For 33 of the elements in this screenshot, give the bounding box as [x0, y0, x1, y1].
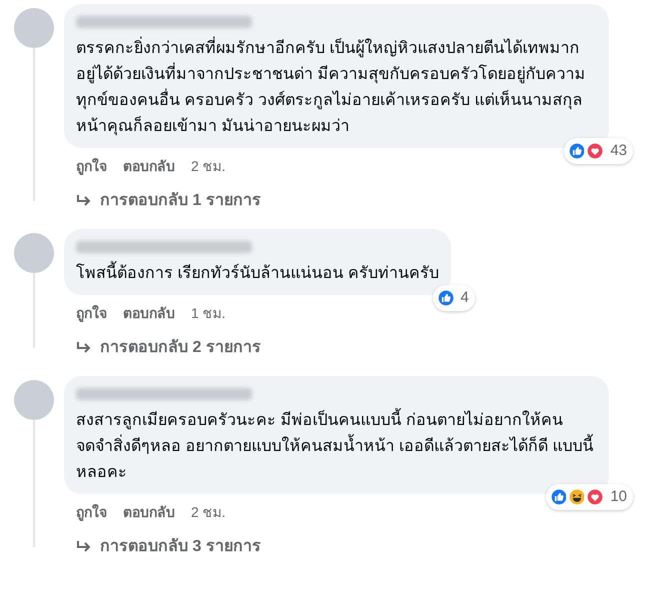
view-replies-link[interactable]: การตอบกลับ 2 รายการ — [64, 336, 261, 360]
reaction-summary[interactable]: 4 — [432, 284, 475, 311]
replies-count-text: การตอบกลับ 1 รายการ — [100, 191, 261, 211]
reply-link[interactable]: ตอบกลับ — [123, 303, 175, 324]
blurred-name[interactable] — [76, 16, 252, 28]
reaction-summary[interactable]: 43 — [564, 138, 633, 164]
view-replies-link[interactable]: การตอบกลับ 3 รายการ — [64, 535, 261, 559]
blurred-name[interactable] — [76, 241, 252, 253]
like-link[interactable]: ถูกใจ — [76, 502, 107, 523]
reaction-count: 4 — [460, 288, 469, 308]
reaction-summary[interactable]: 10 — [546, 484, 633, 510]
view-replies-link[interactable]: การตอบกลับ 1 รายการ — [64, 189, 261, 213]
timestamp[interactable]: 2 ชม. — [191, 502, 226, 523]
timestamp[interactable]: 1 ชม. — [191, 303, 226, 324]
blurred-name[interactable] — [76, 388, 252, 400]
reaction-count: 10 — [610, 486, 627, 506]
reply-arrow-icon — [76, 540, 92, 554]
like-link[interactable]: ถูกใจ — [76, 156, 107, 177]
reply-arrow-icon — [76, 194, 92, 208]
avatar[interactable] — [14, 380, 54, 420]
reply-arrow-icon — [76, 341, 92, 355]
comment-text: ตรรคกะยิ่งกว่าเคสที่ผมรักษาอีกครับ เป็นผู้ใหญ่หิวแสงปลายตีนได้เทพมาก อยู่ได้ด้วยเงินที่มาจากประชาชนด่า มีความสุขกับครอบครัวโดยอยู่กับความทุกข์ของคนอื่น ครอบครัว วงศ์ตระกูลไม่อายเค้าเหรอครับ แต่เห็นนามสกุลหน้าคุณก็ลอยเข้ามา มันน่าอายนะผมว่า — [76, 36, 597, 140]
replies-count-text: การตอบกลับ 3 รายการ — [100, 537, 261, 557]
comment-text: สงสารลูกเมียครอบครัวนะคะ มีพ่อเป็นคนแบบนี้ ก่อนตายไม่อยากให้คนจดจำสิ่งดีๆหลอ อยากตายแบบให้คนสมน้ำหน้า เออดีแล้วตายสะได้ก็ดี แบบนี้หลอคะ — [76, 408, 597, 486]
like-link[interactable]: ถูกใจ — [76, 303, 107, 324]
reply-link[interactable]: ตอบกลับ — [123, 156, 175, 177]
comment-text: โพสนี้ต้องการ เรียกทัวร์นับล้านแน่นอน ครับท่านครับ — [76, 261, 439, 287]
replies-count-text: การตอบกลับ 2 รายการ — [100, 338, 261, 358]
avatar[interactable] — [14, 233, 54, 273]
reply-link[interactable]: ตอบกลับ — [123, 502, 175, 523]
avatar[interactable] — [14, 8, 54, 48]
reaction-count: 43 — [610, 140, 627, 160]
timestamp[interactable]: 2 ชม. — [191, 156, 226, 177]
